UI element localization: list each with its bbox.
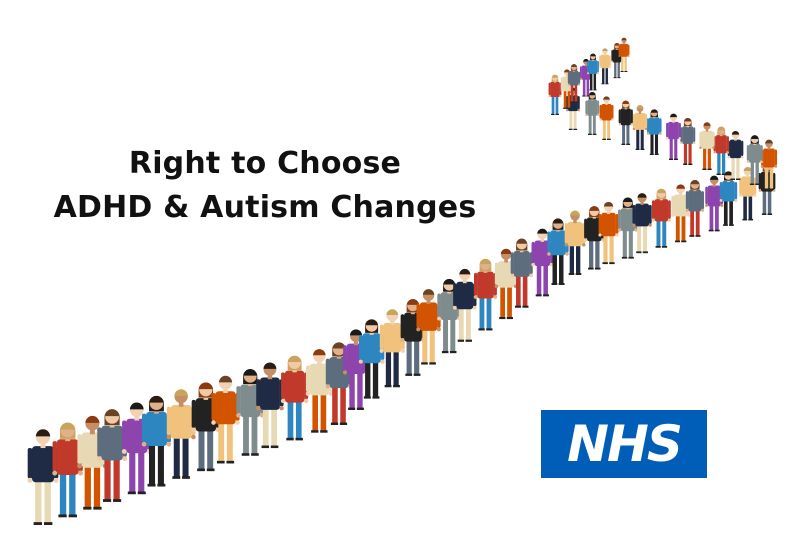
person-figure	[680, 117, 696, 165]
person-figure	[211, 375, 240, 464]
person-figure	[280, 355, 309, 441]
person-figure	[651, 188, 671, 248]
person-figure	[713, 126, 730, 175]
person-figure	[416, 289, 441, 365]
person-figure	[618, 100, 633, 145]
person-figure	[510, 238, 533, 308]
person-figure	[452, 268, 477, 342]
person-figure	[473, 258, 498, 331]
nhs-logo-text: NHS	[567, 415, 683, 473]
title-line-2: ADHD & Autism Changes	[53, 190, 477, 225]
person-figure	[685, 180, 705, 237]
person-figure	[599, 96, 614, 140]
person-figure	[141, 395, 172, 487]
nhs-logo: NHS	[541, 410, 707, 478]
person-figure	[618, 37, 630, 72]
person-figure	[646, 109, 662, 155]
person-figure	[166, 389, 196, 479]
person-figure	[632, 105, 648, 150]
person-figure	[598, 201, 619, 265]
person-figure	[665, 113, 682, 160]
person-figure	[564, 210, 586, 275]
person-figure	[585, 92, 600, 135]
person-figure	[632, 193, 652, 254]
person-figure	[699, 122, 715, 170]
page-title: Right to Choose ADHD & Autism Changes	[30, 142, 500, 230]
title-line-1: Right to Choose	[128, 146, 402, 181]
person-figure	[548, 74, 562, 115]
person-figure	[256, 362, 284, 449]
person-figure	[599, 48, 611, 85]
